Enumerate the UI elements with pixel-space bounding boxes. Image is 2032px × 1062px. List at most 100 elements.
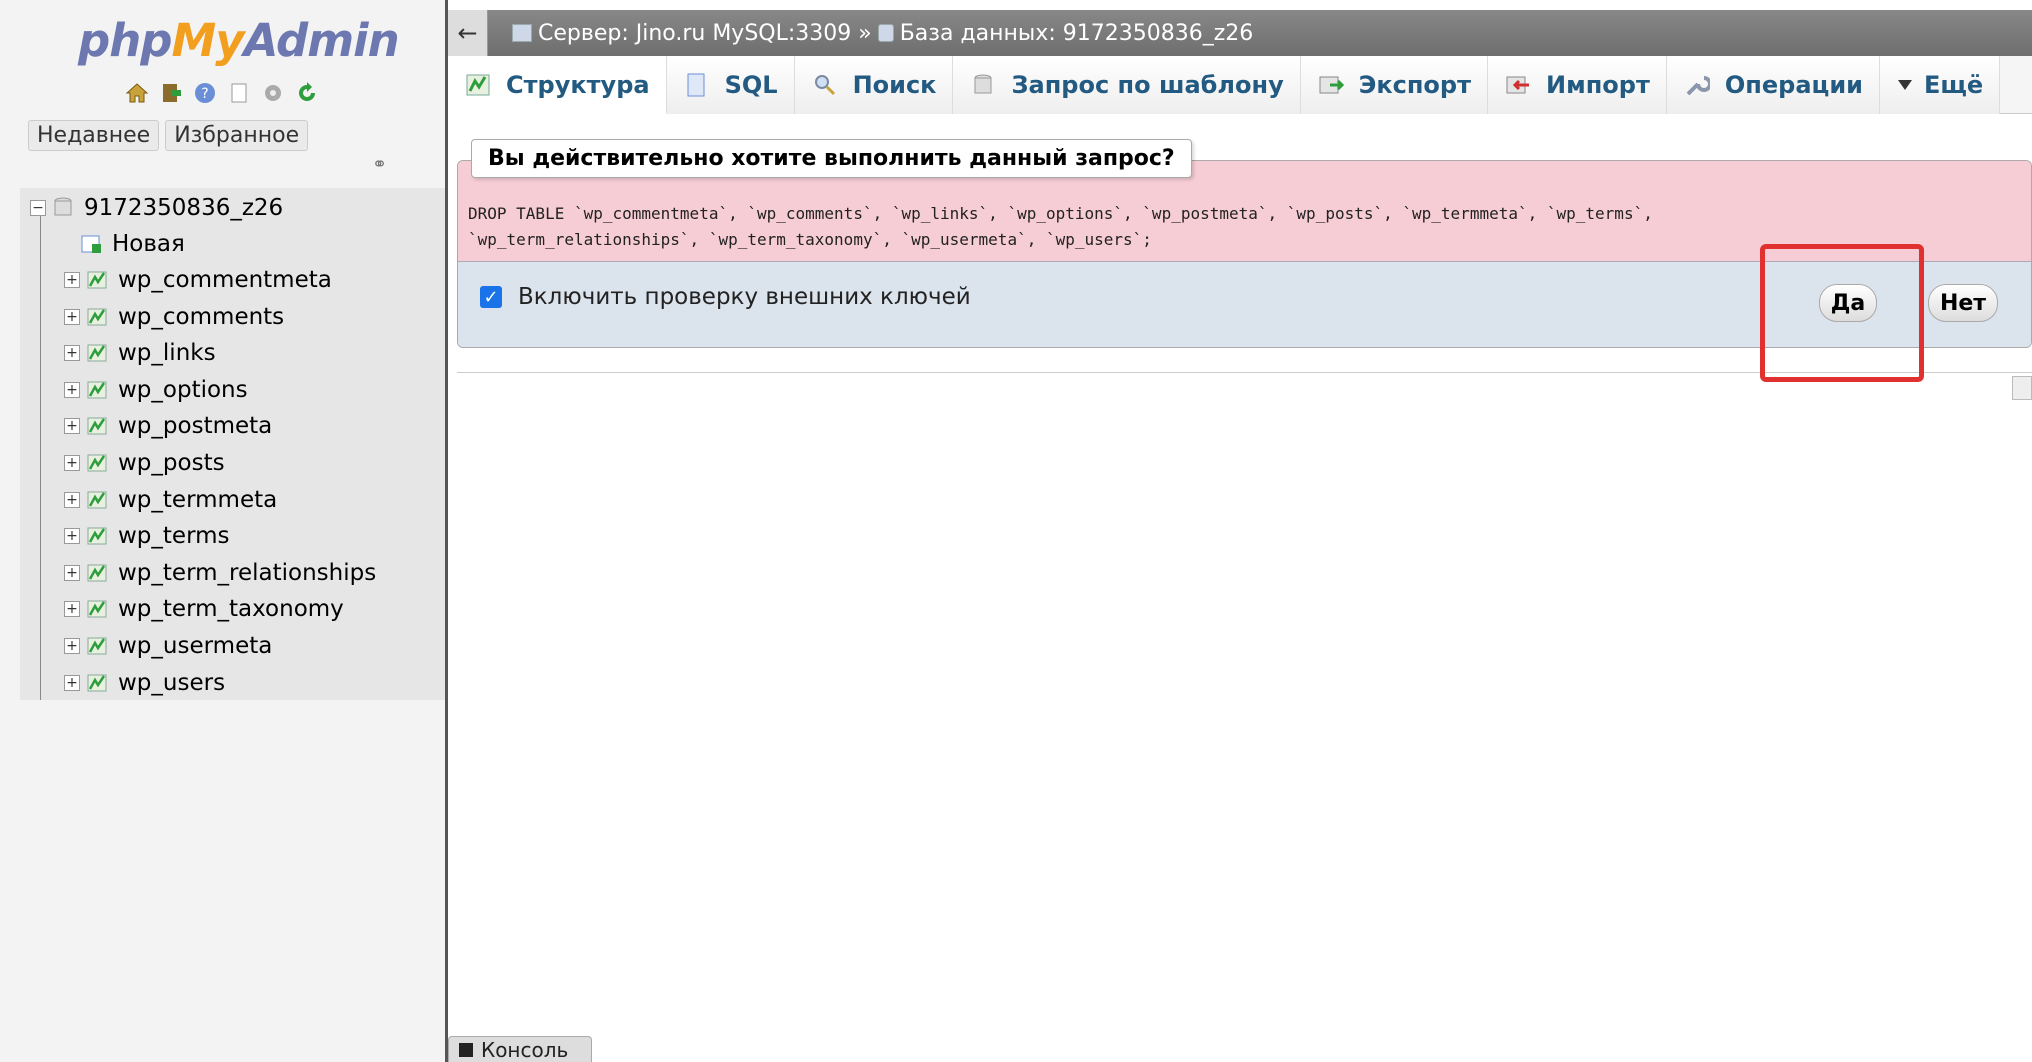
table-name[interactable]: wp_users bbox=[118, 670, 225, 696]
table-icon[interactable] bbox=[86, 562, 108, 584]
expand-icon[interactable]: + bbox=[64, 638, 80, 654]
tab-structure[interactable]: Структура bbox=[448, 56, 667, 114]
console-icon bbox=[459, 1042, 473, 1057]
table-name[interactable]: wp_termmeta bbox=[118, 487, 277, 513]
expand-icon[interactable]: + bbox=[64, 455, 80, 471]
link-chain-icon[interactable]: ⚭ bbox=[372, 154, 387, 175]
table-icon[interactable] bbox=[86, 415, 108, 437]
exit-icon[interactable] bbox=[158, 80, 184, 106]
docs-icon[interactable]: ? bbox=[192, 80, 218, 106]
tree-table-row[interactable]: + wp_term_relationships bbox=[64, 555, 376, 591]
tab-sql-label: SQL bbox=[724, 71, 778, 99]
expand-icon[interactable]: + bbox=[64, 345, 80, 362]
expand-icon[interactable]: + bbox=[64, 308, 80, 325]
expand-icon[interactable]: + bbox=[64, 381, 80, 398]
breadcrumb-database[interactable]: База данных: 9172350836_z26 bbox=[900, 21, 1254, 46]
tree-table-row[interactable]: + wp_postmeta bbox=[64, 408, 272, 444]
triangle-down-icon bbox=[1896, 72, 1914, 98]
breadcrumb-bar: ← Сервер: Jino.ru MySQL:3309 » База данн… bbox=[448, 10, 2032, 56]
table-name[interactable]: wp_term_relationships bbox=[118, 560, 376, 586]
table-icon[interactable] bbox=[86, 342, 108, 364]
tab-export[interactable]: Экспорт bbox=[1300, 56, 1489, 114]
table-name[interactable]: wp_term_taxonomy bbox=[118, 596, 344, 622]
console-tab[interactable]: Консоль bbox=[448, 1036, 592, 1062]
tree-table-row[interactable]: + wp_usermeta bbox=[64, 628, 272, 664]
table-icon[interactable] bbox=[86, 379, 108, 401]
no-button[interactable]: Нет bbox=[1928, 284, 1998, 322]
tab-sql[interactable]: SQL bbox=[666, 56, 795, 114]
server-icon bbox=[512, 24, 532, 42]
tab-query[interactable]: Запрос по шаблону bbox=[953, 56, 1301, 114]
tree-table-row[interactable]: + wp_options bbox=[64, 372, 248, 408]
tree-table-row[interactable]: + wp_commentmeta bbox=[64, 262, 332, 298]
table-name[interactable]: wp_options bbox=[118, 377, 248, 403]
expand-icon[interactable]: + bbox=[64, 418, 80, 435]
new-table-label[interactable]: Новая bbox=[112, 231, 185, 257]
foreign-key-check[interactable]: ✓ Включить проверку внешних ключей bbox=[480, 284, 971, 310]
tree-table-row[interactable]: + wp_terms bbox=[64, 518, 230, 554]
expand-icon[interactable]: + bbox=[64, 272, 80, 288]
expand-icon[interactable]: + bbox=[64, 601, 80, 618]
console-label: Консоль bbox=[481, 1037, 569, 1062]
table-icon[interactable] bbox=[86, 525, 108, 547]
tree-table-row[interactable]: + wp_comments bbox=[64, 299, 284, 335]
tree-new-table-row[interactable]: Новая bbox=[80, 226, 185, 262]
expand-icon[interactable]: + bbox=[64, 674, 80, 691]
database-icon bbox=[877, 24, 894, 42]
new-table-icon bbox=[80, 233, 102, 255]
expand-icon[interactable]: + bbox=[64, 528, 80, 545]
tab-more[interactable]: Ещё bbox=[1879, 56, 2001, 114]
nav-tabs: Недавнее Избранное bbox=[28, 120, 309, 151]
database-name[interactable]: 9172350836_z26 bbox=[84, 195, 283, 221]
search-icon bbox=[811, 72, 839, 98]
tab-search[interactable]: Поиск bbox=[794, 56, 954, 114]
tree-table-row[interactable]: + wp_links bbox=[64, 335, 216, 371]
table-icon[interactable] bbox=[86, 635, 108, 657]
home-icon[interactable] bbox=[124, 80, 150, 106]
table-icon[interactable] bbox=[86, 452, 108, 474]
collapse-nav-button[interactable]: ← bbox=[448, 10, 488, 56]
tree-table-row[interactable]: + wp_term_taxonomy bbox=[64, 591, 344, 627]
tree-table-row[interactable]: + wp_termmeta bbox=[64, 482, 277, 518]
database-icon bbox=[52, 197, 74, 219]
favorites-tab[interactable]: Избранное bbox=[165, 120, 309, 151]
table-icon[interactable] bbox=[86, 306, 108, 328]
table-name[interactable]: wp_commentmeta bbox=[118, 267, 332, 293]
tab-import[interactable]: Импорт bbox=[1488, 56, 1667, 114]
svg-text:?: ? bbox=[201, 86, 208, 102]
tree-database-row[interactable]: − 9172350836_z26 bbox=[30, 190, 283, 226]
page-settings-icon[interactable] bbox=[2012, 376, 2032, 400]
tab-more-label: Ещё bbox=[1923, 71, 1984, 99]
panel-divider[interactable] bbox=[445, 0, 448, 1062]
table-icon[interactable] bbox=[86, 269, 108, 291]
table-name[interactable]: wp_postmeta bbox=[118, 413, 272, 439]
export-icon bbox=[1317, 72, 1345, 98]
table-icon[interactable] bbox=[86, 598, 108, 620]
reload-icon[interactable] bbox=[294, 80, 320, 106]
confirm-question: Вы действительно хотите выполнить данный… bbox=[471, 139, 1192, 178]
tree-table-row[interactable]: + wp_users bbox=[64, 665, 225, 701]
breadcrumb: Сервер: Jino.ru MySQL:3309 » База данных… bbox=[512, 21, 1253, 46]
phpmyadmin-logo[interactable]: phpMyAdmin bbox=[78, 14, 400, 67]
table-name[interactable]: wp_usermeta bbox=[118, 633, 272, 659]
tab-operations-label: Операции bbox=[1724, 71, 1863, 99]
tab-export-label: Экспорт bbox=[1358, 71, 1472, 99]
recent-tab[interactable]: Недавнее bbox=[28, 120, 160, 151]
breadcrumb-server[interactable]: Сервер: Jino.ru MySQL:3309 » bbox=[538, 21, 872, 46]
table-name[interactable]: wp_terms bbox=[118, 523, 230, 549]
query-icon bbox=[969, 72, 997, 98]
table-icon[interactable] bbox=[86, 489, 108, 511]
documentation-icon[interactable] bbox=[226, 80, 252, 106]
foreign-key-checkbox[interactable]: ✓ bbox=[480, 286, 502, 308]
gear-icon[interactable] bbox=[260, 80, 286, 106]
table-name[interactable]: wp_links bbox=[118, 340, 216, 366]
table-name[interactable]: wp_comments bbox=[118, 304, 284, 330]
foreign-key-label: Включить проверку внешних ключей bbox=[518, 284, 971, 310]
table-name[interactable]: wp_posts bbox=[118, 450, 225, 476]
tree-table-row[interactable]: + wp_posts bbox=[64, 445, 225, 481]
table-icon[interactable] bbox=[86, 672, 108, 694]
expand-icon[interactable]: + bbox=[64, 564, 80, 581]
tab-operations[interactable]: Операции bbox=[1666, 56, 1880, 114]
expand-icon[interactable]: + bbox=[64, 491, 80, 508]
collapse-icon[interactable]: − bbox=[30, 200, 46, 216]
